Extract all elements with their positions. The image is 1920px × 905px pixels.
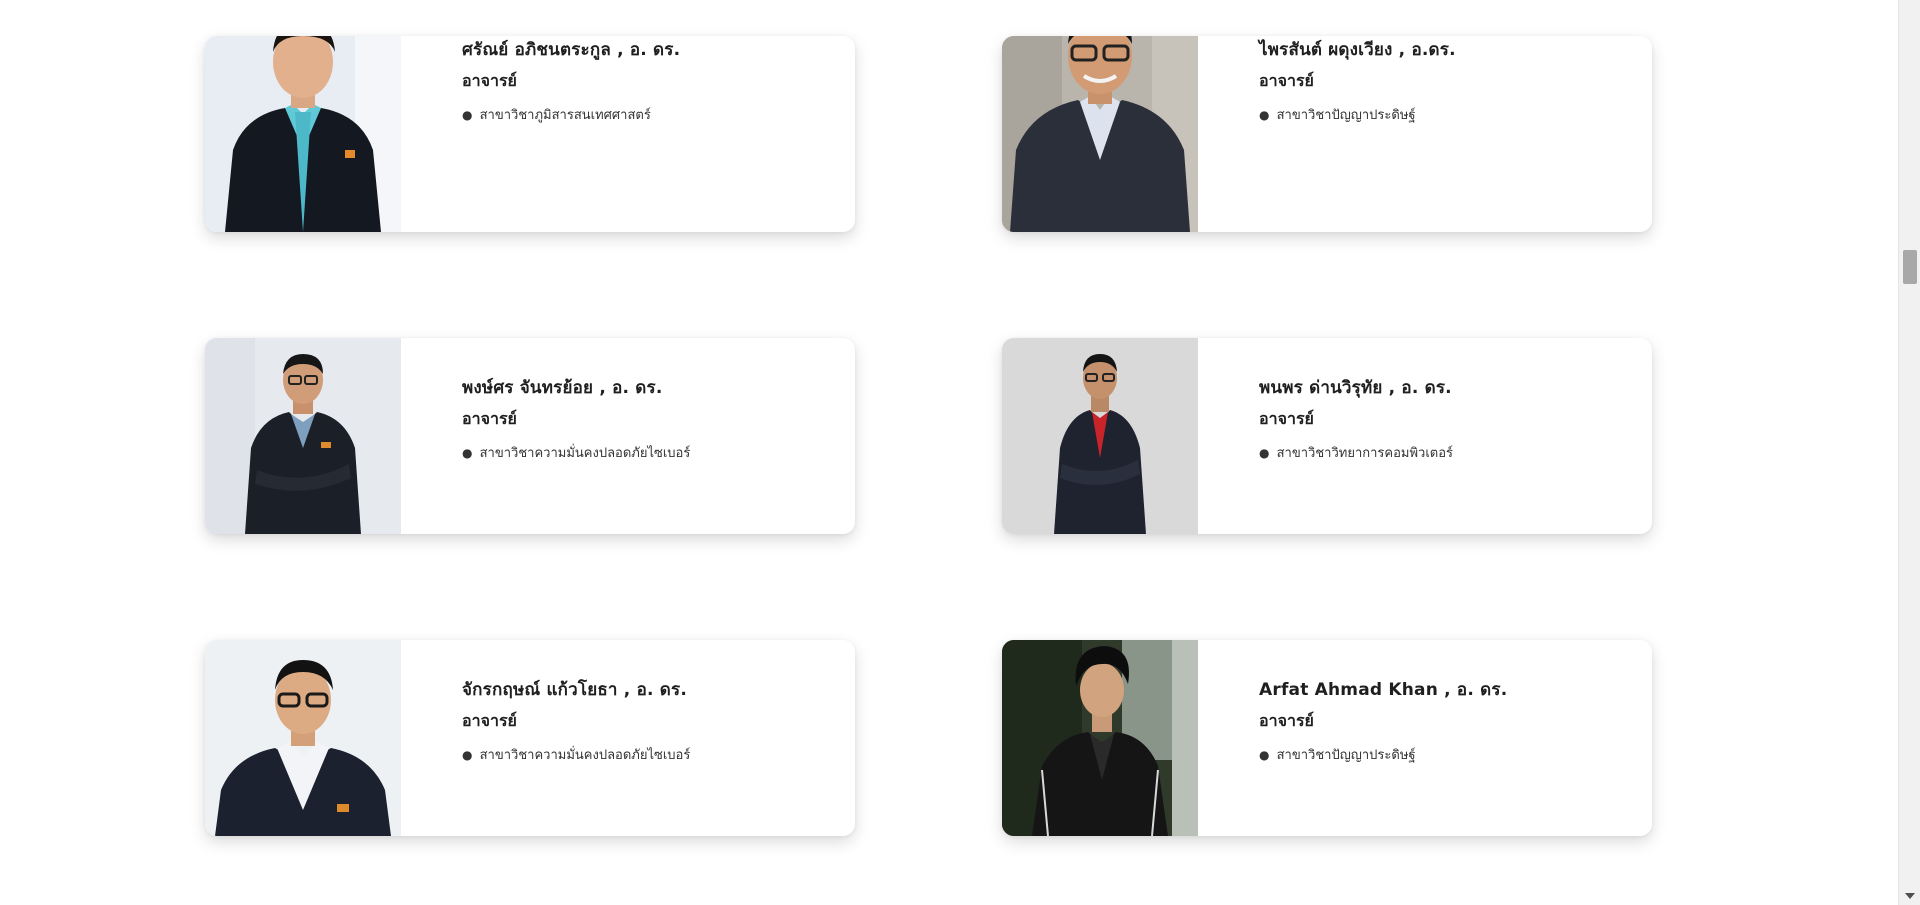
- faculty-card[interactable]: พนพร ด่านวิรุทัย , อ. ดร. อาจารย์ ● สาขา…: [1002, 338, 1652, 534]
- department-label: สาขาวิชาความมั่นคงปลอดภัยไซเบอร์: [479, 446, 691, 461]
- portrait-photo: [1002, 640, 1198, 836]
- faculty-name[interactable]: พนพร ด่านวิรุทัย , อ. ดร.: [1259, 376, 1642, 400]
- faculty-grid: ศรัณย์ อภิชนตระกูล , อ. ดร. อาจารย์ ● สา…: [0, 0, 1898, 905]
- vertical-scrollbar[interactable]: [1898, 0, 1920, 905]
- department-label: สาขาวิชาภูมิสารสนเทศศาสตร์: [479, 108, 651, 123]
- faculty-position: อาจารย์: [1259, 71, 1314, 90]
- faculty-department: ● สาขาวิชาภูมิสารสนเทศศาสตร์: [462, 106, 845, 125]
- faculty-department: ● สาขาวิชาวิทยาการคอมพิวเตอร์: [1259, 444, 1642, 463]
- faculty-name[interactable]: ศรัณย์ อภิชนตระกูล , อ. ดร.: [462, 38, 845, 62]
- faculty-department: ● สาขาวิชาความมั่นคงปลอดภัยไซเบอร์: [462, 746, 845, 765]
- faculty-department: ● สาขาวิชาความมั่นคงปลอดภัยไซเบอร์: [462, 444, 845, 463]
- bullet-icon: ●: [462, 748, 473, 762]
- portrait-photo: [205, 36, 401, 232]
- faculty-card[interactable]: Arfat Ahmad Khan , อ. ดร. อาจารย์ ● สาขา…: [1002, 640, 1652, 836]
- faculty-position: อาจารย์: [462, 409, 517, 428]
- portrait-photo: [1002, 338, 1198, 534]
- department-label: สาขาวิชาวิทยาการคอมพิวเตอร์: [1276, 446, 1454, 461]
- scrollbar-thumb[interactable]: [1903, 250, 1917, 284]
- faculty-position: อาจารย์: [1259, 409, 1314, 428]
- faculty-name[interactable]: พงษ์ศร จันทรย้อย , อ. ดร.: [462, 376, 845, 400]
- bullet-icon: ●: [462, 108, 473, 122]
- faculty-position: อาจารย์: [462, 71, 517, 90]
- bullet-icon: ●: [1259, 446, 1270, 460]
- bullet-icon: ●: [1259, 108, 1270, 122]
- department-label: สาขาวิชาความมั่นคงปลอดภัยไซเบอร์: [479, 748, 691, 763]
- portrait-photo: [205, 640, 401, 836]
- portrait-photo: [205, 338, 401, 534]
- bullet-icon: ●: [1259, 748, 1270, 762]
- bullet-icon: ●: [462, 446, 473, 460]
- faculty-name[interactable]: จักรกฤษณ์ แก้วโยธา , อ. ดร.: [462, 678, 845, 702]
- faculty-department: ● สาขาวิชาปัญญาประดิษฐ์: [1259, 746, 1642, 765]
- department-label: สาขาวิชาปัญญาประดิษฐ์: [1276, 108, 1416, 123]
- faculty-name[interactable]: ไพรสันต์ ผดุงเวียง , อ.ดร.: [1259, 38, 1642, 62]
- faculty-card[interactable]: ไพรสันต์ ผดุงเวียง , อ.ดร. อาจารย์ ● สาข…: [1002, 36, 1652, 232]
- faculty-name[interactable]: Arfat Ahmad Khan , อ. ดร.: [1259, 678, 1642, 702]
- faculty-card[interactable]: จักรกฤษณ์ แก้วโยธา , อ. ดร. อาจารย์ ● สา…: [205, 640, 855, 836]
- faculty-department: ● สาขาวิชาปัญญาประดิษฐ์: [1259, 106, 1642, 125]
- faculty-card[interactable]: พงษ์ศร จันทรย้อย , อ. ดร. อาจารย์ ● สาขา…: [205, 338, 855, 534]
- faculty-position: อาจารย์: [462, 711, 517, 730]
- department-label: สาขาวิชาปัญญาประดิษฐ์: [1276, 748, 1416, 763]
- portrait-photo: [1002, 36, 1198, 232]
- faculty-card[interactable]: ศรัณย์ อภิชนตระกูล , อ. ดร. อาจารย์ ● สา…: [205, 36, 855, 232]
- faculty-position: อาจารย์: [1259, 711, 1314, 730]
- scroll-down-arrow-icon[interactable]: [1905, 893, 1915, 899]
